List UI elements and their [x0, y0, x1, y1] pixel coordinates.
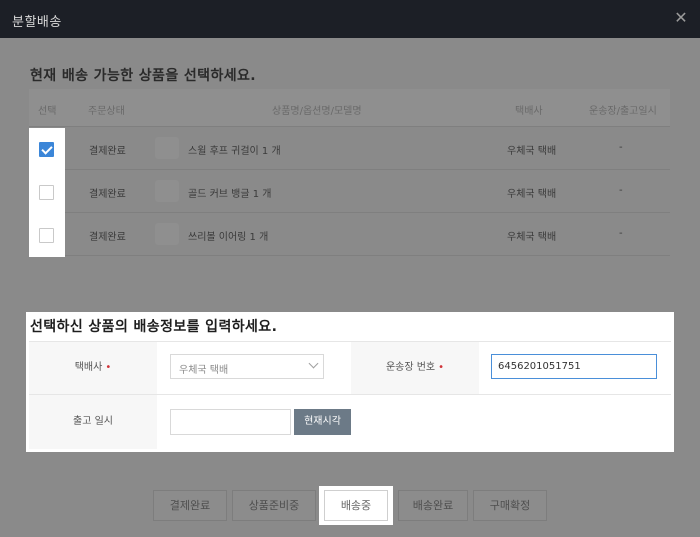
status-button-preparing[interactable]: 상품준비중 [232, 490, 316, 521]
current-time-button[interactable]: 현재시각 [294, 409, 351, 435]
row-checkbox-1[interactable] [39, 142, 54, 157]
column-header-courier: 택배사 [515, 106, 543, 117]
tracking-value: - [619, 142, 623, 153]
product-thumbnail [155, 180, 179, 202]
status-button-purchase-confirmed[interactable]: 구매확정 [473, 490, 547, 521]
tracking-value: - [619, 228, 623, 239]
status-button-delivered[interactable]: 배송완료 [398, 490, 468, 521]
modal-titlebar: 분할배송 ✕ [0, 0, 700, 38]
product-name: 스윌 후프 귀걸이 1 개 [188, 146, 281, 157]
order-status: 결제완료 [89, 232, 126, 243]
required-mark: • [438, 362, 445, 373]
product-table: 선택 주문상태 상품명/옵션명/모델명 택배사 운송장/출고일시 결제완료 스윌… [29, 89, 670, 256]
table-row[interactable]: 결제완료 쓰리볼 이어링 1 개 우체국 택배 - [29, 213, 670, 256]
row-checkbox-3[interactable] [39, 228, 54, 243]
tracking-number-input[interactable] [491, 354, 657, 379]
close-icon[interactable]: ✕ [672, 9, 690, 27]
status-button-payment-complete[interactable]: 결제완료 [153, 490, 227, 521]
shipping-form: 택배사• 우체국 택배 운송장 번호• 출고 일시 현재시각 [29, 341, 671, 450]
chevron-down-icon [308, 358, 319, 369]
status-button-shipping-highlight: 배송중 [319, 486, 393, 525]
column-header-product: 상품명/옵션명/모델명 [272, 106, 362, 117]
section1-heading: 현재 배송 가능한 상품을 선택하세요. [30, 68, 257, 84]
table-header: 선택 주문상태 상품명/옵션명/모델명 택배사 운송장/출고일시 [29, 89, 670, 127]
product-name: 골드 커브 뱅글 1 개 [188, 189, 272, 200]
product-thumbnail [155, 137, 179, 159]
modal-title: 분할배송 [12, 15, 62, 30]
courier-name: 우체국 택배 [507, 189, 557, 200]
required-mark: • [105, 362, 112, 373]
tracking-value: - [619, 185, 623, 196]
ship-date-label: 출고 일시 [73, 416, 113, 427]
column-header-tracking: 운송장/출고일시 [589, 106, 657, 117]
courier-label-cell: 택배사 • [29, 342, 157, 394]
status-button-shipping[interactable]: 배송중 [324, 490, 388, 521]
product-name: 쓰리볼 이어링 1 개 [188, 232, 269, 243]
tracking-label: 운송장 번호 [385, 362, 436, 373]
table-row[interactable]: 결제완료 스윌 후프 귀걸이 1 개 우체국 택배 - [29, 127, 670, 170]
courier-select[interactable]: 우체국 택배 [170, 354, 324, 379]
ship-date-label-cell: 출고 일시 [29, 395, 157, 449]
courier-label: 택배사 [74, 362, 103, 373]
row-checkbox-2[interactable] [39, 185, 54, 200]
tracking-label-cell: 운송장 번호 • [351, 342, 479, 394]
courier-name: 우체국 택배 [507, 232, 557, 243]
courier-select-value: 우체국 택배 [179, 365, 229, 376]
checkbox-column [29, 128, 65, 257]
order-status: 결제완료 [89, 189, 126, 200]
column-header-status: 주문상태 [88, 106, 125, 117]
courier-name: 우체국 택배 [507, 146, 557, 157]
split-shipping-modal: 분할배송 ✕ 현재 배송 가능한 상품을 선택하세요. 선택 주문상태 상품명/… [0, 0, 700, 537]
product-thumbnail [155, 223, 179, 245]
ship-date-input[interactable] [170, 409, 291, 435]
column-header-select: 선택 [38, 106, 57, 117]
table-row[interactable]: 결제완료 골드 커브 뱅글 1 개 우체국 택배 - [29, 170, 670, 213]
shipping-info-panel: 선택하신 상품의 배송정보를 입력하세요. 택배사 • 우체국 택배 운송장 번호… [26, 312, 674, 452]
section2-heading: 선택하신 상품의 배송정보를 입력하세요. [30, 319, 278, 335]
order-status: 결제완료 [89, 146, 126, 157]
